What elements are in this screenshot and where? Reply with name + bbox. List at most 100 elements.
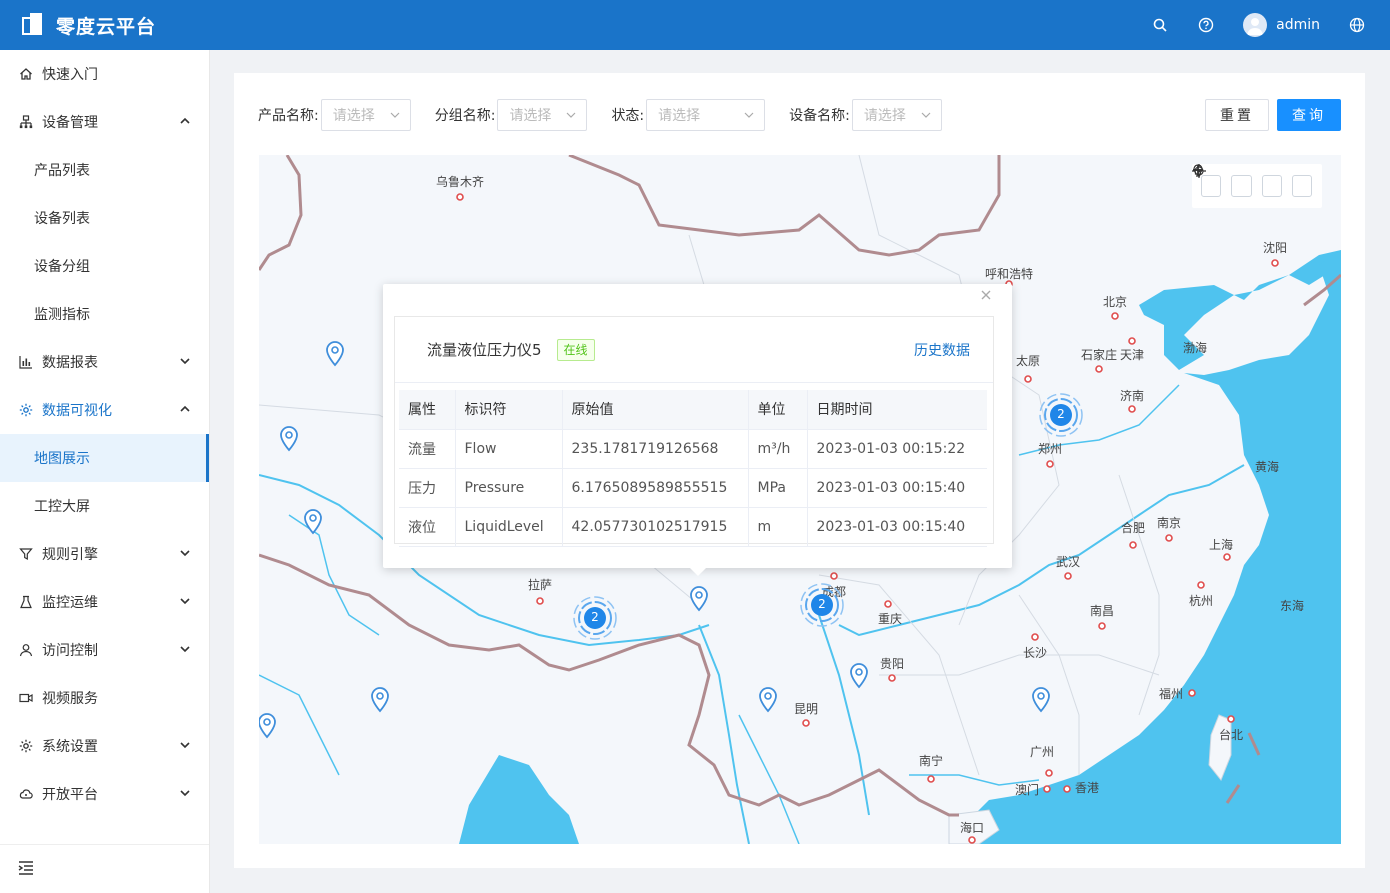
city-label-nanning: 南宁: [918, 754, 944, 768]
table-cell: 2023-01-03 00:15:40: [807, 468, 987, 508]
sidebar-item-system-settings[interactable]: 系统设置: [0, 722, 209, 770]
globe-icon[interactable]: [1348, 16, 1366, 34]
query-button[interactable]: 查询: [1277, 99, 1341, 131]
device-pin-icon[interactable]: [303, 509, 323, 535]
close-icon[interactable]: [980, 289, 992, 301]
city-label-wuhan: 武汉: [1055, 555, 1081, 569]
city-label-xianggang: 香港: [1074, 781, 1100, 795]
sidebar-item-label: 数据报表: [42, 355, 98, 371]
sidebar-item-data-visualization[interactable]: 数据可视化: [0, 386, 209, 434]
device-pin-icon[interactable]: [689, 586, 709, 612]
divider: [0, 844, 209, 845]
table-cell: 2023-01-03 00:15:22: [807, 429, 987, 469]
city-label-fuzhou: 福州: [1158, 687, 1184, 701]
table-cell: 流量: [399, 429, 456, 469]
sidebar-item-product-list[interactable]: 产品列表: [0, 146, 209, 194]
sidebar-item-quickstart[interactable]: 快速入门: [0, 50, 209, 98]
device-pin-icon[interactable]: [849, 663, 869, 689]
device-select[interactable]: 请选择: [851, 99, 942, 131]
device-pin-icon[interactable]: [325, 341, 345, 367]
device-cluster[interactable]: 2: [573, 596, 617, 640]
cluster-count: 2: [818, 597, 826, 611]
device-pin-icon[interactable]: [758, 687, 778, 713]
bulb-icon[interactable]: [1193, 164, 1222, 197]
chevron-down-icon: [180, 358, 190, 365]
table-cell: 2023-01-03 00:15:40: [807, 507, 987, 547]
sidebar-item-video-service[interactable]: 视频服务: [0, 674, 209, 722]
avatar[interactable]: [1243, 13, 1268, 37]
sidebar-item-label: 规则引擎: [42, 547, 98, 563]
device-pin-icon[interactable]: [259, 713, 277, 739]
search-icon[interactable]: [1151, 16, 1169, 34]
sidebar-item-data-report[interactable]: 数据报表: [0, 338, 209, 386]
table-cell: 压力: [399, 468, 456, 508]
device-cluster[interactable]: 2: [1039, 393, 1083, 437]
group-select[interactable]: 请选择: [497, 99, 588, 131]
sidebar-item-industrial-screen[interactable]: 工控大屏: [0, 482, 209, 530]
city-label-shijiazhuang: 石家庄: [1080, 348, 1118, 362]
table-cell: LiquidLevel: [455, 507, 563, 547]
menu-collapse-icon[interactable]: [18, 861, 34, 875]
device-name-label: 设备名称:: [789, 108, 850, 124]
locate-icon[interactable]: [1192, 164, 1252, 197]
sidebar-item-map-display[interactable]: 地图展示: [0, 434, 209, 482]
sidebar-item-label: 监控运维: [42, 595, 98, 611]
chevron-down-icon: [567, 112, 576, 118]
sidebar-item-access-control[interactable]: 访问控制: [0, 626, 209, 674]
zoom-in-icon[interactable]: [1193, 165, 1282, 197]
city-label-chongqing: 重庆: [877, 612, 903, 626]
sea-label-donghai: 东海: [1280, 599, 1305, 613]
settings-icon: [18, 738, 34, 754]
history-data-link[interactable]: 历史数据: [914, 340, 970, 360]
sea-label-bohai: 渤海: [1183, 341, 1208, 355]
column-header: 原始值: [562, 390, 749, 430]
status-select[interactable]: 请选择: [646, 99, 766, 131]
filter-bar: 产品名称: 请选择 分组名称: 请选择 状态: 请选择 设备名称: 请选择: [258, 99, 966, 131]
table-cell: 235.1781719126568: [562, 429, 749, 469]
sidebar-item-device-group[interactable]: 设备分组: [0, 242, 209, 290]
column-header: 单位: [748, 390, 808, 430]
table-header-row: 属性 标识符 原始值 单位 日期时间: [399, 390, 987, 430]
sidebar: 快速入门 设备管理 产品列表 设备列表 设备分组 监测指标 数据报表 数据可视化…: [0, 50, 210, 893]
gear-icon: [18, 402, 34, 418]
sidebar-item-device-list[interactable]: 设备列表: [0, 194, 209, 242]
sidebar-item-label: 访问控制: [42, 643, 98, 659]
device-data-table: 属性 标识符 原始值 单位 日期时间 流量 Flow 235.178171912…: [399, 390, 987, 547]
zoom-out-icon[interactable]: [1193, 169, 1312, 197]
cluster-count: 2: [591, 610, 599, 624]
sidebar-item-open-platform[interactable]: 开放平台: [0, 770, 209, 818]
sidebar-item-monitoring[interactable]: 监控运维: [0, 578, 209, 626]
group-select-placeholder: 请选择: [509, 108, 552, 124]
username[interactable]: admin: [1276, 17, 1320, 33]
logo[interactable]: 零度云平台: [22, 12, 156, 39]
device-cluster[interactable]: 2: [800, 583, 844, 627]
reset-button[interactable]: 重置: [1205, 99, 1269, 131]
logo-icon: [22, 13, 44, 37]
device-icon: [18, 114, 34, 130]
table-cell: m³/h: [748, 429, 808, 469]
help-icon[interactable]: [1197, 16, 1215, 34]
status-select-placeholder: 请选择: [658, 108, 701, 124]
device-pin-icon[interactable]: [370, 687, 390, 713]
sidebar-item-rule-engine[interactable]: 规则引擎: [0, 530, 209, 578]
sidebar-item-metrics[interactable]: 监测指标: [0, 290, 209, 338]
table-cell: 液位: [399, 507, 456, 547]
table-cell: 6.1765089589855515: [562, 468, 749, 508]
chevron-down-icon: [921, 112, 931, 118]
column-header: 标识符: [455, 390, 563, 430]
chevron-down-icon: [390, 112, 400, 118]
product-select[interactable]: 请选择: [320, 99, 411, 131]
sea-label-huanghai: 黄海: [1255, 460, 1280, 474]
sidebar-item-device-management[interactable]: 设备管理: [0, 98, 209, 146]
table-cell: m: [748, 507, 808, 547]
city-label-taiyuan: 太原: [1015, 354, 1041, 368]
filter-icon: [18, 546, 34, 562]
chevron-down-icon: [180, 598, 190, 605]
video-icon: [18, 690, 34, 706]
column-header: 属性: [399, 390, 456, 430]
device-pin-icon[interactable]: [1031, 687, 1051, 713]
city-label-hefei: 合肥: [1120, 521, 1146, 535]
sidebar-item-label: 设备管理: [42, 115, 98, 131]
city-label-lasa: 拉萨: [527, 578, 553, 592]
device-pin-icon[interactable]: [279, 426, 299, 452]
